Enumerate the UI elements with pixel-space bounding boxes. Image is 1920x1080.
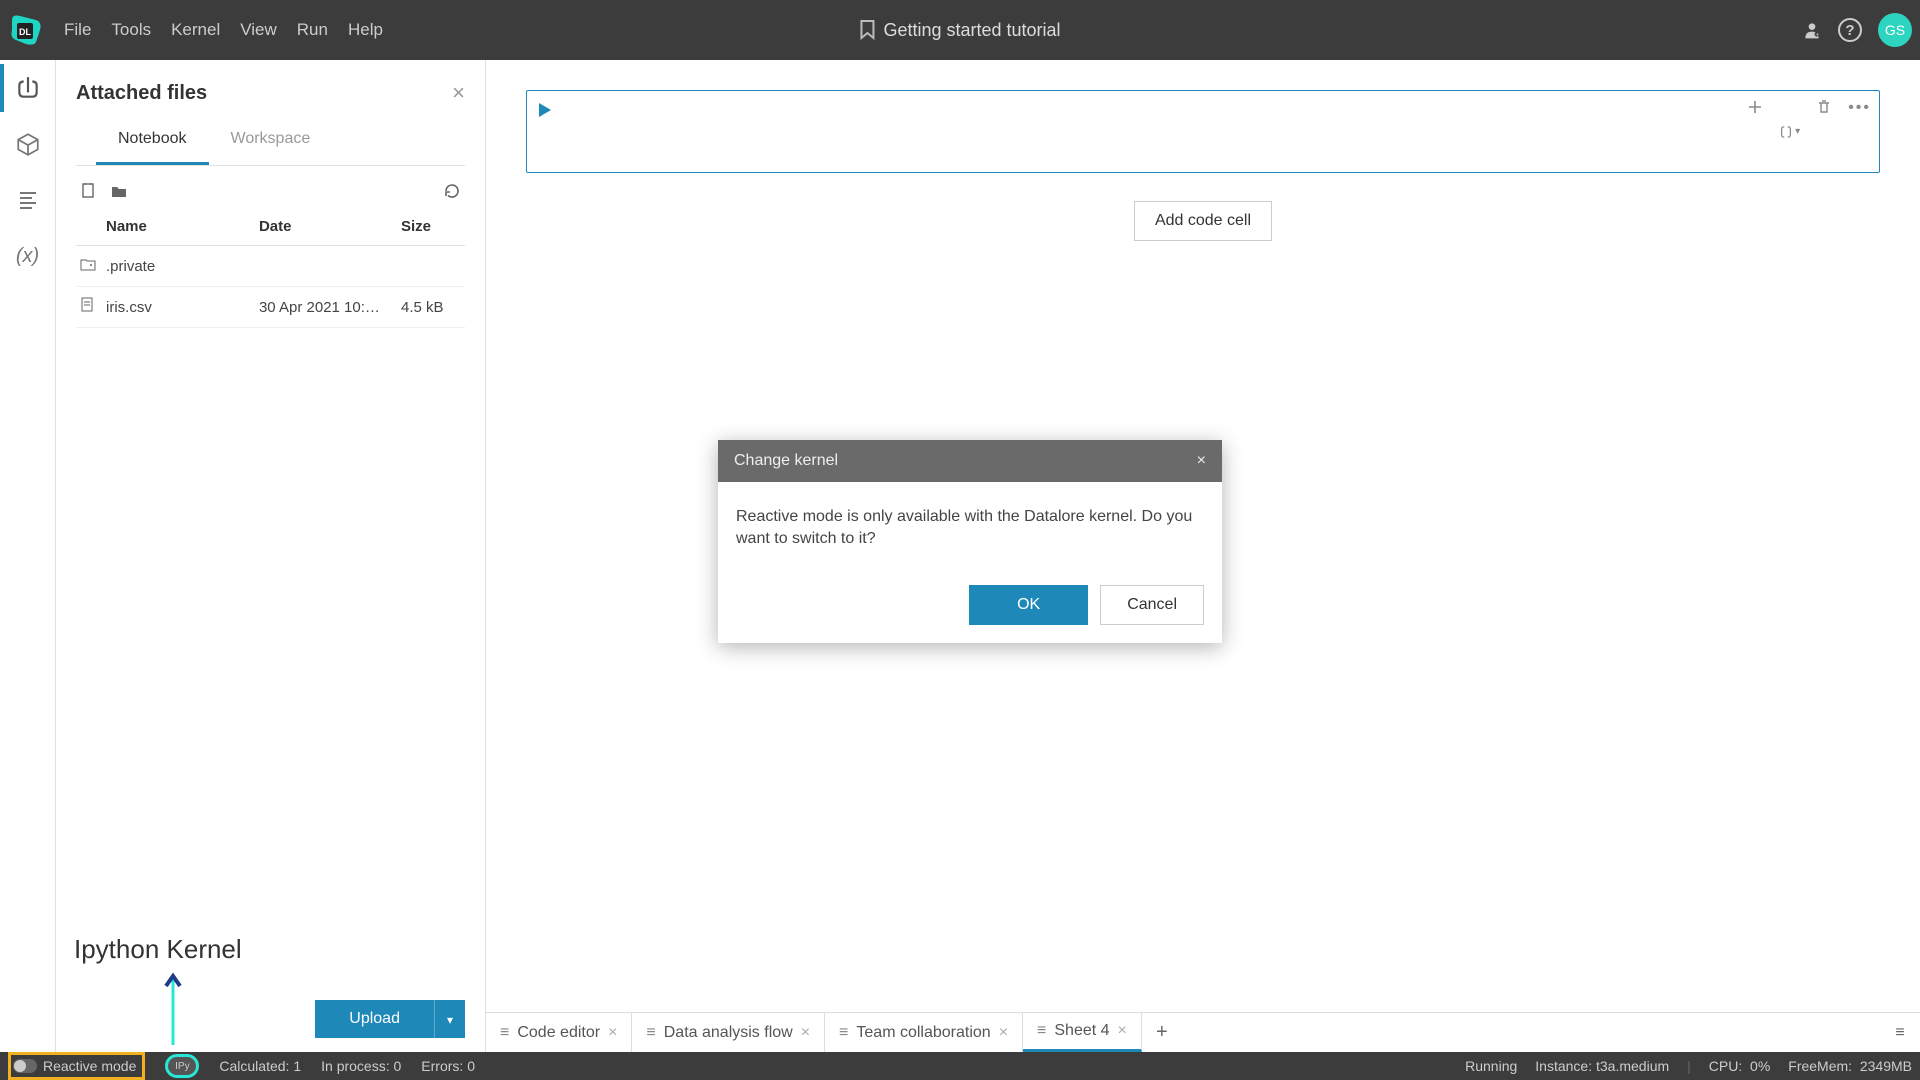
top-menu-bar: DL File Tools Kernel View Run Help Getti…: [0, 0, 1920, 60]
annotation-label: Ipython Kernel: [74, 934, 242, 965]
status-calculated: Calculated: 1: [219, 1058, 301, 1074]
delete-cell-icon[interactable]: [1816, 99, 1832, 115]
panel-title: Attached files: [76, 82, 207, 105]
col-date-header[interactable]: Date: [259, 218, 401, 235]
status-instance: Instance: t3a.medium: [1535, 1058, 1669, 1074]
toggle-switch-icon[interactable]: [13, 1059, 37, 1073]
tab-notebook[interactable]: Notebook: [96, 120, 209, 165]
panel-close-icon[interactable]: ×: [452, 80, 465, 106]
sheet-tab-data-analysis[interactable]: ≡ Data analysis flow ×: [632, 1013, 825, 1052]
dialog-close-icon[interactable]: ×: [1197, 452, 1206, 470]
status-cpu: CPU: 0%: [1709, 1058, 1770, 1074]
menu-view[interactable]: View: [230, 14, 287, 46]
app-logo-icon: DL: [8, 12, 44, 48]
file-csv-icon: [80, 297, 96, 313]
sheet-close-icon[interactable]: ×: [1118, 1022, 1127, 1040]
upload-button[interactable]: Upload: [315, 1000, 434, 1038]
new-file-icon[interactable]: [80, 182, 98, 200]
cell-more-icon[interactable]: •••: [1848, 99, 1871, 164]
user-avatar[interactable]: GS: [1878, 13, 1912, 47]
sheet-icon: ≡: [839, 1024, 848, 1042]
help-icon[interactable]: ?: [1838, 18, 1862, 42]
status-running: Running: [1465, 1058, 1517, 1074]
dialog-message: Reactive mode is only available with the…: [736, 506, 1204, 549]
status-bar: Reactive mode IPy Calculated: 1 In proce…: [0, 1052, 1920, 1080]
folder-private-icon: [80, 256, 96, 272]
kernel-indicator-ipy[interactable]: IPy: [165, 1054, 199, 1078]
rail-attachments-icon[interactable]: [14, 74, 42, 102]
rail-variables-icon[interactable]: (x): [14, 242, 42, 270]
sheet-tab-team-collab[interactable]: ≡ Team collaboration ×: [825, 1013, 1023, 1052]
add-cell-icon[interactable]: [1747, 99, 1763, 115]
menu-run[interactable]: Run: [287, 14, 338, 46]
menu-file[interactable]: File: [54, 14, 101, 46]
dialog-title: Change kernel: [734, 452, 838, 470]
sheet-icon: ≡: [646, 1024, 655, 1042]
tab-workspace[interactable]: Workspace: [209, 120, 333, 165]
sheet-icon: ≡: [500, 1024, 509, 1042]
status-inprocess: In process: 0: [321, 1058, 401, 1074]
ok-button[interactable]: OK: [969, 585, 1088, 625]
upload-dropdown-button[interactable]: [434, 1000, 465, 1038]
sheet-icon: ≡: [1037, 1022, 1046, 1040]
rail-package-icon[interactable]: [14, 130, 42, 158]
sheet-tab-code-editor[interactable]: ≡ Code editor ×: [486, 1013, 632, 1052]
refresh-icon[interactable]: [443, 182, 461, 200]
cell-type-dropdown-icon[interactable]: ▾: [1779, 99, 1800, 164]
sheet-close-icon[interactable]: ×: [608, 1024, 617, 1042]
annotation-arrow-icon: [158, 970, 188, 1050]
status-mem: FreeMem: 2349MB: [1788, 1058, 1912, 1074]
sheet-close-icon[interactable]: ×: [999, 1024, 1008, 1042]
add-code-cell-button[interactable]: Add code cell: [1134, 201, 1272, 241]
table-row[interactable]: .private: [76, 246, 465, 287]
attached-files-panel: Attached files × Notebook Workspace Name…: [56, 60, 486, 1052]
file-table: Name Date Size .private iris.csv 30 Apr …: [56, 208, 485, 328]
code-cell[interactable]: ▾ •••: [526, 90, 1880, 173]
rail-outline-icon[interactable]: [14, 186, 42, 214]
cancel-button[interactable]: Cancel: [1100, 585, 1204, 625]
reactive-mode-toggle[interactable]: Reactive mode: [8, 1052, 145, 1080]
menu-kernel[interactable]: Kernel: [161, 14, 230, 46]
run-cell-icon[interactable]: [539, 103, 551, 117]
add-sheet-button[interactable]: +: [1142, 1013, 1182, 1052]
sheet-close-icon[interactable]: ×: [801, 1024, 810, 1042]
new-folder-icon[interactable]: [110, 182, 128, 200]
left-icon-rail: (x): [0, 60, 56, 1052]
sheet-tab-sheet4[interactable]: ≡ Sheet 4 ×: [1023, 1013, 1142, 1052]
svg-text:DL: DL: [19, 27, 31, 37]
menu-help[interactable]: Help: [338, 14, 393, 46]
status-errors: Errors: 0: [421, 1058, 475, 1074]
col-name-header[interactable]: Name: [106, 218, 259, 235]
menu-tools[interactable]: Tools: [101, 14, 161, 46]
svg-text:+: +: [1815, 32, 1819, 39]
share-person-icon[interactable]: +: [1802, 20, 1822, 40]
sheet-tab-bar: ≡ Code editor × ≡ Data analysis flow × ≡…: [486, 1012, 1920, 1052]
bookmark-icon: [859, 20, 875, 40]
change-kernel-dialog: Change kernel × Reactive mode is only av…: [718, 440, 1222, 643]
col-size-header[interactable]: Size: [401, 218, 461, 235]
document-title: Getting started tutorial: [859, 20, 1060, 41]
sheet-menu-icon[interactable]: ≡: [1880, 1013, 1920, 1052]
table-row[interactable]: iris.csv 30 Apr 2021 10:… 4.5 kB: [76, 287, 465, 328]
